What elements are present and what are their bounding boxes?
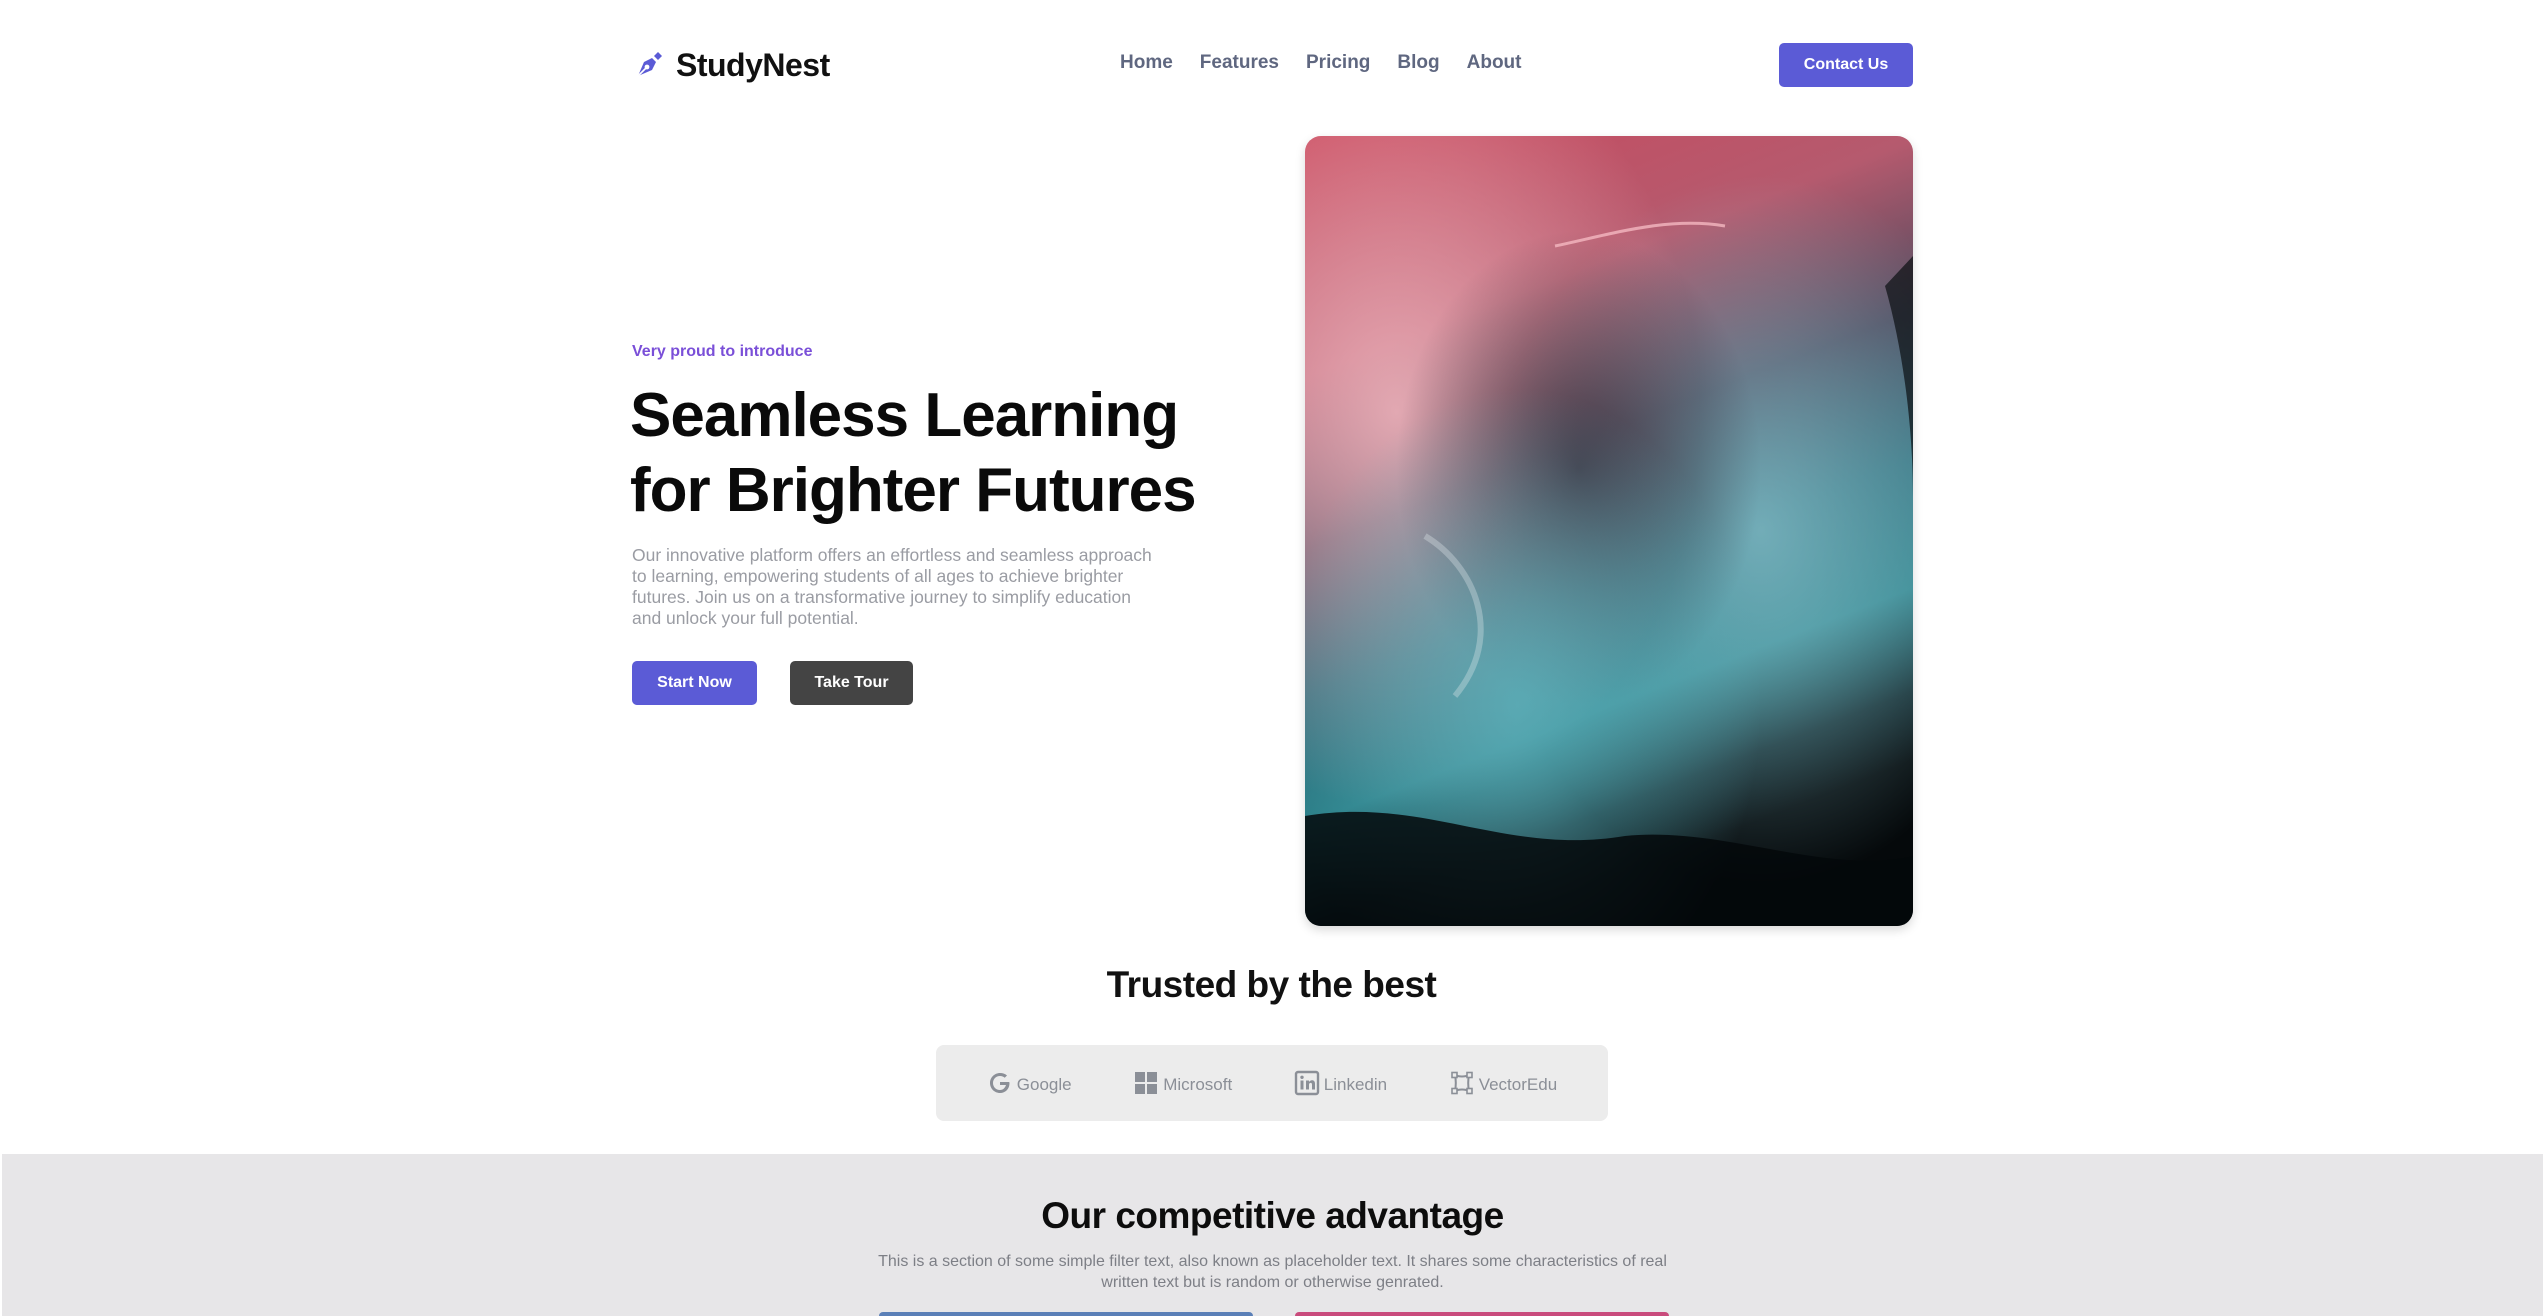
logo-microsoft: Microsoft [1133, 1070, 1232, 1096]
microsoft-icon [1135, 1072, 1158, 1094]
vector-icon [1450, 1071, 1473, 1095]
top-navigation: StudyNest Home Features Pricing Blog Abo… [632, 40, 1913, 90]
take-tour-button[interactable]: Take Tour [790, 661, 913, 705]
advantage-section: Our competitive advantage This is a sect… [2, 1154, 2543, 1316]
advantage-title: Our competitive advantage [1041, 1195, 1504, 1236]
google-icon [989, 1073, 1010, 1093]
nav-link-pricing[interactable]: Pricing [1306, 52, 1370, 74]
contact-us-button[interactable]: Contact Us [1779, 43, 1913, 87]
feature-card-top-left [879, 1312, 1253, 1316]
advantage-description: This is a section of some simple filter … [878, 1253, 1667, 1291]
logo-label-google: Google [1016, 1075, 1072, 1094]
hero-title-line-1: Seamless Learning [630, 381, 1179, 450]
pen-nib-icon [637, 52, 662, 77]
start-now-button[interactable]: Start Now [632, 661, 757, 705]
nav-link-features[interactable]: Features [1200, 52, 1279, 74]
nav-link-blog[interactable]: Blog [1397, 52, 1439, 74]
trusted-logos-strip: Google Microsoft Linkedin VectorEdu [936, 1045, 1608, 1121]
hero-image [1305, 136, 1913, 926]
main-menu: Home Features Pricing Blog About [1120, 52, 1522, 74]
brand-logo[interactable]: StudyNest [632, 42, 830, 88]
hero-title: Seamless Learning for Brighter Futures [630, 378, 1250, 528]
nav-link-home[interactable]: Home [1120, 52, 1173, 74]
logo-google: Google [987, 1070, 1072, 1096]
nav-link-about[interactable]: About [1467, 52, 1522, 74]
linkedin-icon [1294, 1070, 1319, 1096]
logo-label-vectoredu: VectorEdu [1478, 1075, 1558, 1094]
hero-description: Our innovative platform offers an effort… [632, 545, 1152, 628]
brand-name: StudyNest [676, 46, 830, 83]
trusted-title: Trusted by the best [1106, 964, 1437, 1005]
feature-card-top-right [1295, 1312, 1669, 1316]
logo-label-linkedin: Linkedin [1323, 1075, 1388, 1094]
hero-eyebrow: Very proud to introduce [632, 343, 813, 360]
abstract-fluid-art-image [1305, 136, 1913, 926]
logo-vectoredu: VectorEdu [1449, 1070, 1557, 1096]
logo-label-microsoft: Microsoft [1163, 1075, 1233, 1094]
hero-title-line-2: for Brighter Futures [630, 456, 1197, 525]
logo-linkedin: Linkedin [1294, 1070, 1387, 1096]
